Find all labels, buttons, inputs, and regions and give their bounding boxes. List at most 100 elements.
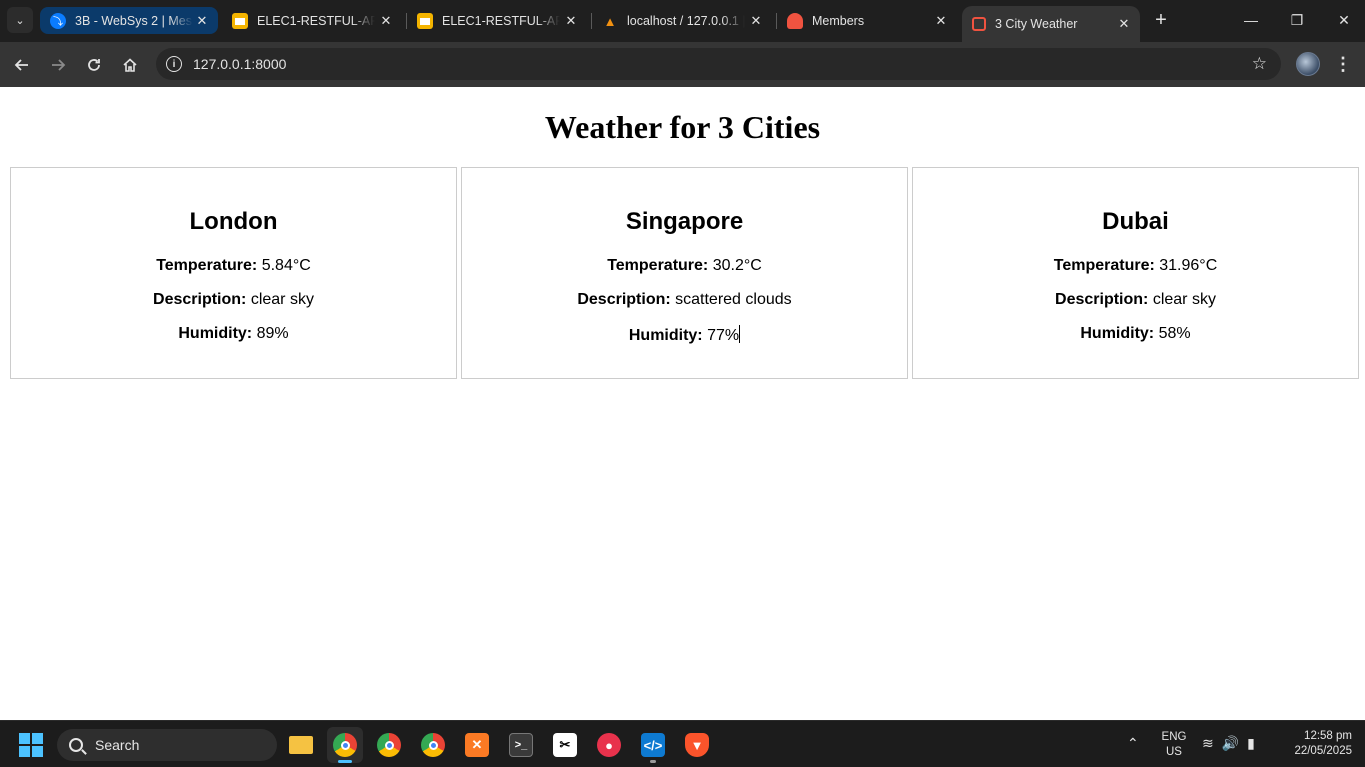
close-window-icon[interactable]: ✕ (1329, 6, 1359, 34)
battery-icon[interactable]: ▮ (1247, 735, 1255, 752)
system-tray[interactable]: ≋ 🔊 ▮ (1202, 735, 1255, 752)
clock-date: 22/05/2025 (1294, 745, 1352, 757)
close-tab-icon[interactable]: ✕ (378, 13, 394, 29)
temperature-value: 5.84°C (261, 257, 311, 274)
temperature-line: Temperature: 30.2°C (462, 257, 907, 276)
description-value: scattered clouds (675, 291, 792, 308)
tab-title: localhost / 127.0.0.1 | phpMyAdmin (627, 14, 745, 28)
forward-button[interactable] (44, 51, 72, 79)
minimize-icon[interactable]: — (1236, 6, 1266, 34)
description-line: Description: clear sky (913, 291, 1358, 310)
close-tab-icon[interactable]: ✕ (1116, 16, 1132, 32)
humidity-label: Humidity: (1080, 325, 1155, 342)
description-label: Description: (1055, 291, 1149, 308)
messenger-icon: ⤵ (50, 12, 66, 29)
tab-slides-1[interactable]: ELEC1-RESTFUL-API - Google Slides ✕ (222, 7, 402, 35)
taskbar-search[interactable]: Search (57, 729, 277, 761)
back-button[interactable] (8, 51, 36, 79)
terminal-icon[interactable]: >_ (503, 727, 539, 763)
more-menu-icon[interactable]: ⋮ (1333, 52, 1353, 76)
description-line: Description: clear sky (11, 291, 456, 310)
weather-card-london: London Temperature: 5.84°C Description: … (10, 167, 457, 379)
close-tab-icon[interactable]: ✕ (194, 13, 210, 29)
tab-title: 3 City Weather (995, 17, 1078, 31)
tab-search-chevron-icon[interactable]: ⌄ (7, 7, 33, 33)
humidity-line: Humidity: 89% (11, 325, 456, 344)
close-tab-icon[interactable]: ✕ (563, 13, 579, 29)
humidity-value: 89% (256, 325, 289, 342)
tab-slides-2[interactable]: ELEC1-RESTFUL-API (1) - Google Slides ✕ (407, 7, 587, 35)
forward-arrow-icon (52, 59, 66, 71)
tab-title: ELEC1-RESTFUL-API (1) - Google Slides (442, 14, 560, 28)
running-indicator (338, 760, 352, 763)
tab-title: 3B - WebSys 2 | Messenger (75, 13, 193, 28)
tab-3-city-weather[interactable]: 3 City Weather ✕ (962, 6, 1140, 42)
laravel-icon (972, 17, 986, 31)
browser-tabstrip: ⌄ ⤵ 3B - WebSys 2 | Messenger ✕ ELEC1-RE… (0, 0, 1365, 42)
windows-taskbar: Search ✕ >_ ✂ ● </> ▼ ⌃ ENG US ≋ 🔊 ▮ 12:… (0, 720, 1365, 767)
site-info-icon[interactable]: i (166, 56, 182, 72)
running-indicator (650, 760, 656, 763)
chrome-icon[interactable] (415, 727, 451, 763)
page-content: Weather for 3 Cities London Temperature:… (0, 87, 1365, 720)
humidity-value: 77% (707, 327, 740, 344)
temperature-label: Temperature: (607, 257, 709, 274)
clock[interactable]: 12:58 pm 22/05/2025 (1280, 729, 1352, 759)
close-tab-icon[interactable]: ✕ (748, 13, 764, 29)
humidity-line: Humidity: 58% (913, 325, 1358, 344)
screen-recorder-icon[interactable]: ● (591, 727, 627, 763)
new-tab-button[interactable]: + (1150, 8, 1172, 32)
slides-icon (417, 13, 433, 29)
temperature-value: 31.96°C (1159, 257, 1218, 274)
xampp-icon[interactable]: ✕ (459, 727, 495, 763)
profile-avatar[interactable] (1296, 52, 1320, 76)
tab-phpmyadmin[interactable]: ▲ localhost / 127.0.0.1 | phpMyAdmin ✕ (592, 7, 772, 35)
tab-title: ELEC1-RESTFUL-API - Google Slides (257, 14, 375, 28)
humidity-label: Humidity: (628, 327, 703, 344)
close-tab-icon[interactable]: ✕ (933, 13, 949, 29)
temperature-line: Temperature: 5.84°C (11, 257, 456, 276)
address-bar[interactable]: i 127.0.0.1:8000 ☆ (156, 48, 1281, 80)
laravel-icon (787, 13, 803, 29)
description-value: clear sky (250, 291, 314, 308)
windows-start-icon[interactable] (19, 733, 43, 757)
temperature-value: 30.2°C (712, 257, 762, 274)
bookmark-star-icon[interactable]: ☆ (1252, 54, 1267, 74)
tab-title: Members (812, 14, 865, 28)
humidity-value: 58% (1158, 325, 1191, 342)
file-explorer-icon[interactable] (283, 727, 319, 763)
city-name: London (189, 208, 278, 235)
chrome-icon[interactable] (371, 727, 407, 763)
temperature-line: Temperature: 31.96°C (913, 257, 1358, 276)
url-text[interactable]: 127.0.0.1:8000 (193, 56, 286, 72)
text-cursor (739, 325, 741, 343)
brave-icon[interactable]: ▼ (679, 727, 715, 763)
tab-members[interactable]: Members ✕ (777, 7, 957, 35)
show-hidden-icons-chevron-icon[interactable]: ⌃ (1127, 735, 1139, 752)
vscode-icon[interactable]: </> (635, 727, 671, 763)
clock-time: 12:58 pm (1304, 730, 1352, 742)
city-name: Singapore (625, 208, 744, 235)
chrome-icon[interactable] (327, 727, 363, 763)
tab-messenger[interactable]: ⤵ 3B - WebSys 2 | Messenger ✕ (40, 7, 218, 34)
weather-card-dubai: Dubai Temperature: 31.96°C Description: … (912, 167, 1359, 379)
volume-icon[interactable]: 🔊 (1222, 735, 1239, 752)
phpmyadmin-icon: ▲ (603, 13, 617, 29)
home-icon (123, 58, 137, 72)
wifi-icon[interactable]: ≋ (1202, 735, 1214, 752)
description-label: Description: (577, 291, 671, 308)
temperature-label: Temperature: (156, 257, 258, 274)
city-name: Dubai (1102, 208, 1169, 235)
page-title: Weather for 3 Cities (544, 109, 821, 145)
language-indicator[interactable]: ENG US (1160, 730, 1188, 760)
capcut-icon[interactable]: ✂ (547, 727, 583, 763)
weather-cards: London Temperature: 5.84°C Description: … (10, 167, 1359, 379)
description-value: clear sky (1152, 291, 1216, 308)
back-arrow-icon (14, 59, 28, 71)
humidity-line: Humidity: 77% (462, 325, 907, 344)
humidity-label: Humidity: (178, 325, 253, 342)
reload-button[interactable] (80, 51, 108, 79)
slides-icon (232, 13, 248, 29)
home-button[interactable] (116, 51, 144, 79)
restore-icon[interactable]: ❐ (1282, 6, 1312, 34)
